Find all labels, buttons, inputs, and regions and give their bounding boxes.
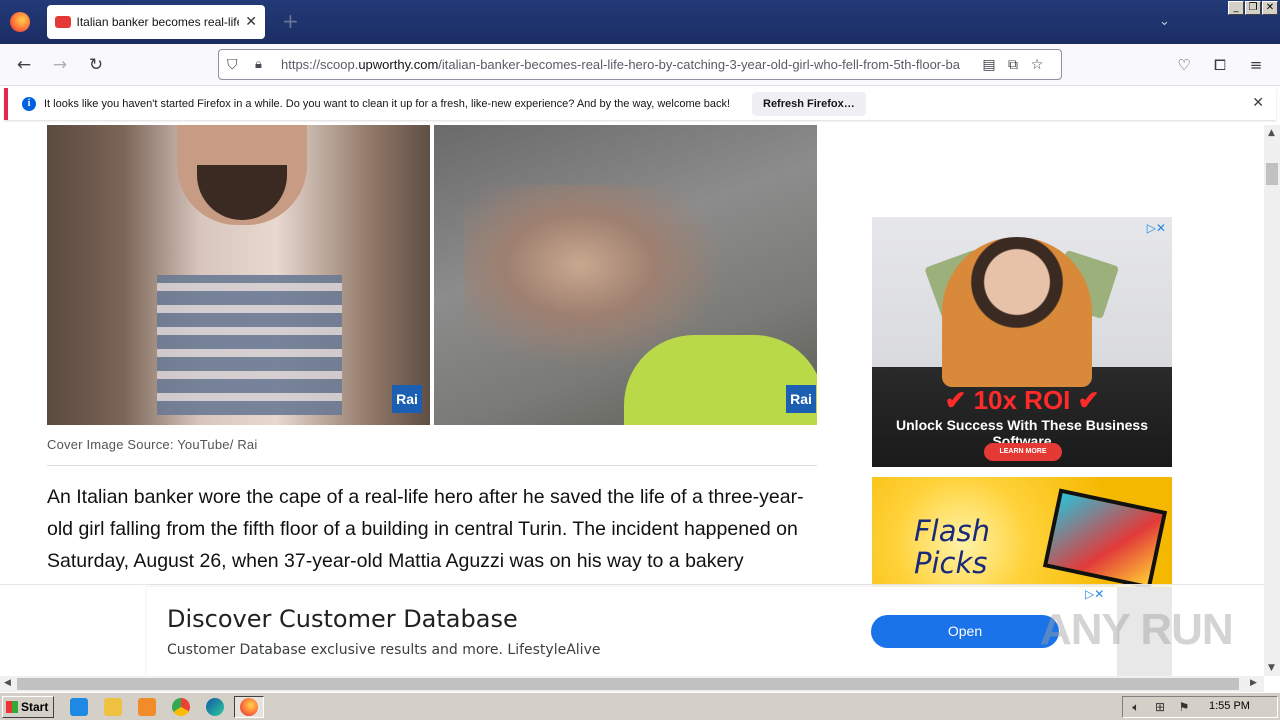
pocket-icon[interactable]: ♡ [1174,55,1194,75]
scroll-up-arrow-icon[interactable]: ▲ [1268,128,1275,138]
chrome-icon[interactable] [172,698,190,716]
restore-window-button[interactable]: ❐ [1245,1,1261,15]
browser-tab-bar: Italian banker becomes real-life hero ✕ … [0,0,1280,44]
cover-image-man-portrait: Rai [47,125,430,425]
site-favicon-icon [55,16,71,28]
network-icon[interactable]: ⊞ [1153,700,1167,714]
media-player-icon[interactable] [138,698,156,716]
clock[interactable]: 1:55 PM [1209,700,1250,712]
close-window-button[interactable]: ✕ [1262,1,1278,15]
url-text[interactable]: https://scoop.upworthy.com/italian-banke… [281,57,977,72]
side-ad-flash-picks[interactable]: Flash Picks [872,477,1172,587]
cover-image-street-scene: Rai [434,125,817,425]
scroll-down-arrow-icon[interactable]: ▼ [1268,663,1275,673]
windows-taskbar: Start 🔈︎ ⊞ ⚑ 1:55 PM [0,692,1280,720]
scroll-right-arrow-icon[interactable]: ▶ [1250,678,1257,688]
system-tray: 🔈︎ ⊞ ⚑ [1122,696,1278,718]
address-bar[interactable]: ⛉ 🔒︎ https://scoop.upworthy.com/italian-… [218,49,1062,80]
image-caption: Cover Image Source: YouTube/ Rai [47,437,258,452]
extensions-icon[interactable]: ⧠ [1210,55,1230,75]
ad-choices-icon[interactable]: ▷✕ [1085,587,1104,601]
picture-in-picture-icon[interactable]: ⧉ [1001,57,1025,73]
bookmark-star-icon[interactable]: ☆ [1025,57,1049,73]
firefox-taskbar-button[interactable] [234,696,264,718]
side-ad-roi[interactable]: ▷✕ ✔ 10x ROI ✔ Unlock Success With These… [872,217,1172,467]
forward-arrow-icon[interactable]: → [49,54,71,76]
vertical-scrollbar[interactable]: ▲ ▼ [1264,125,1280,676]
windows-logo-icon [6,701,18,713]
bottom-ad-description: Customer Database exclusive results and … [167,642,601,658]
bottom-ad-title[interactable]: Discover Customer Database [167,605,518,633]
navigation-toolbar: ← → ↻ ⛉ 🔒︎ https://scoop.upworthy.com/it… [0,44,1280,86]
tab-close-icon[interactable]: ✕ [245,14,257,30]
reload-icon[interactable]: ↻ [85,54,107,76]
volume-icon[interactable]: 🔈︎ [1129,700,1143,714]
rai-logo-left: Rai [392,385,422,413]
firefox-logo-icon[interactable] [10,12,30,32]
file-explorer-icon[interactable] [104,698,122,716]
hamburger-menu-icon[interactable]: ≡ [1246,55,1266,75]
ad-learn-more-button[interactable]: LEARN MORE [984,443,1062,461]
minimize-window-button[interactable]: _ [1228,1,1244,15]
notification-close-icon[interactable]: ✕ [1252,95,1264,111]
article-paragraph: An Italian banker wore the cape of a rea… [47,486,804,572]
bottom-ad-card[interactable]: Discover Customer Database Customer Data… [147,587,1117,677]
shirt-flag-print [157,275,342,415]
laptop-image [1042,488,1168,587]
divider [47,465,817,466]
horizontal-scroll-thumb[interactable] [17,678,1239,690]
ad-headline: ✔ 10x ROI ✔ [944,385,1100,415]
firefox-icon [240,698,258,716]
notification-text: It looks like you haven't started Firefo… [44,98,731,110]
scroll-left-arrow-icon[interactable]: ◀ [4,678,11,688]
bottom-ad-open-button[interactable]: Open [871,615,1059,648]
back-arrow-icon[interactable]: ← [13,54,35,76]
new-tab-button[interactable]: + [282,11,299,31]
start-button[interactable]: Start [2,696,54,718]
firefox-refresh-notification: i It looks like you haven't started Fire… [4,88,1276,120]
info-icon: i [22,97,36,111]
lock-icon[interactable]: 🔒︎ [255,57,269,73]
horizontal-scrollbar[interactable]: ◀ ▶ [0,676,1264,692]
reader-view-icon[interactable]: ▤ [977,57,1001,73]
ad-flash-picks-text: Flash Picks [914,514,990,580]
rai-logo-right: Rai [786,385,816,413]
internet-explorer-icon[interactable] [70,698,88,716]
vertical-scroll-thumb[interactable] [1266,163,1278,185]
tab-title: Italian banker becomes real-life hero [76,15,240,29]
action-center-flag-icon[interactable]: ⚑ [1177,700,1191,714]
ad-choices-icon[interactable]: ▷✕ [1147,221,1166,235]
anyrun-watermark: ANY RUN [1040,605,1234,654]
tab-active[interactable]: Italian banker becomes real-life hero ✕ [47,5,265,39]
excited-woman-image [942,237,1092,387]
tracking-protection-shield-icon[interactable]: ⛉ [227,57,243,73]
list-all-tabs-chevron-icon[interactable]: ⌄ [1159,14,1170,29]
edge-icon[interactable] [206,698,224,716]
refresh-firefox-button[interactable]: Refresh Firefox… [752,92,866,116]
article-cover-image: Rai Rai [47,125,817,425]
